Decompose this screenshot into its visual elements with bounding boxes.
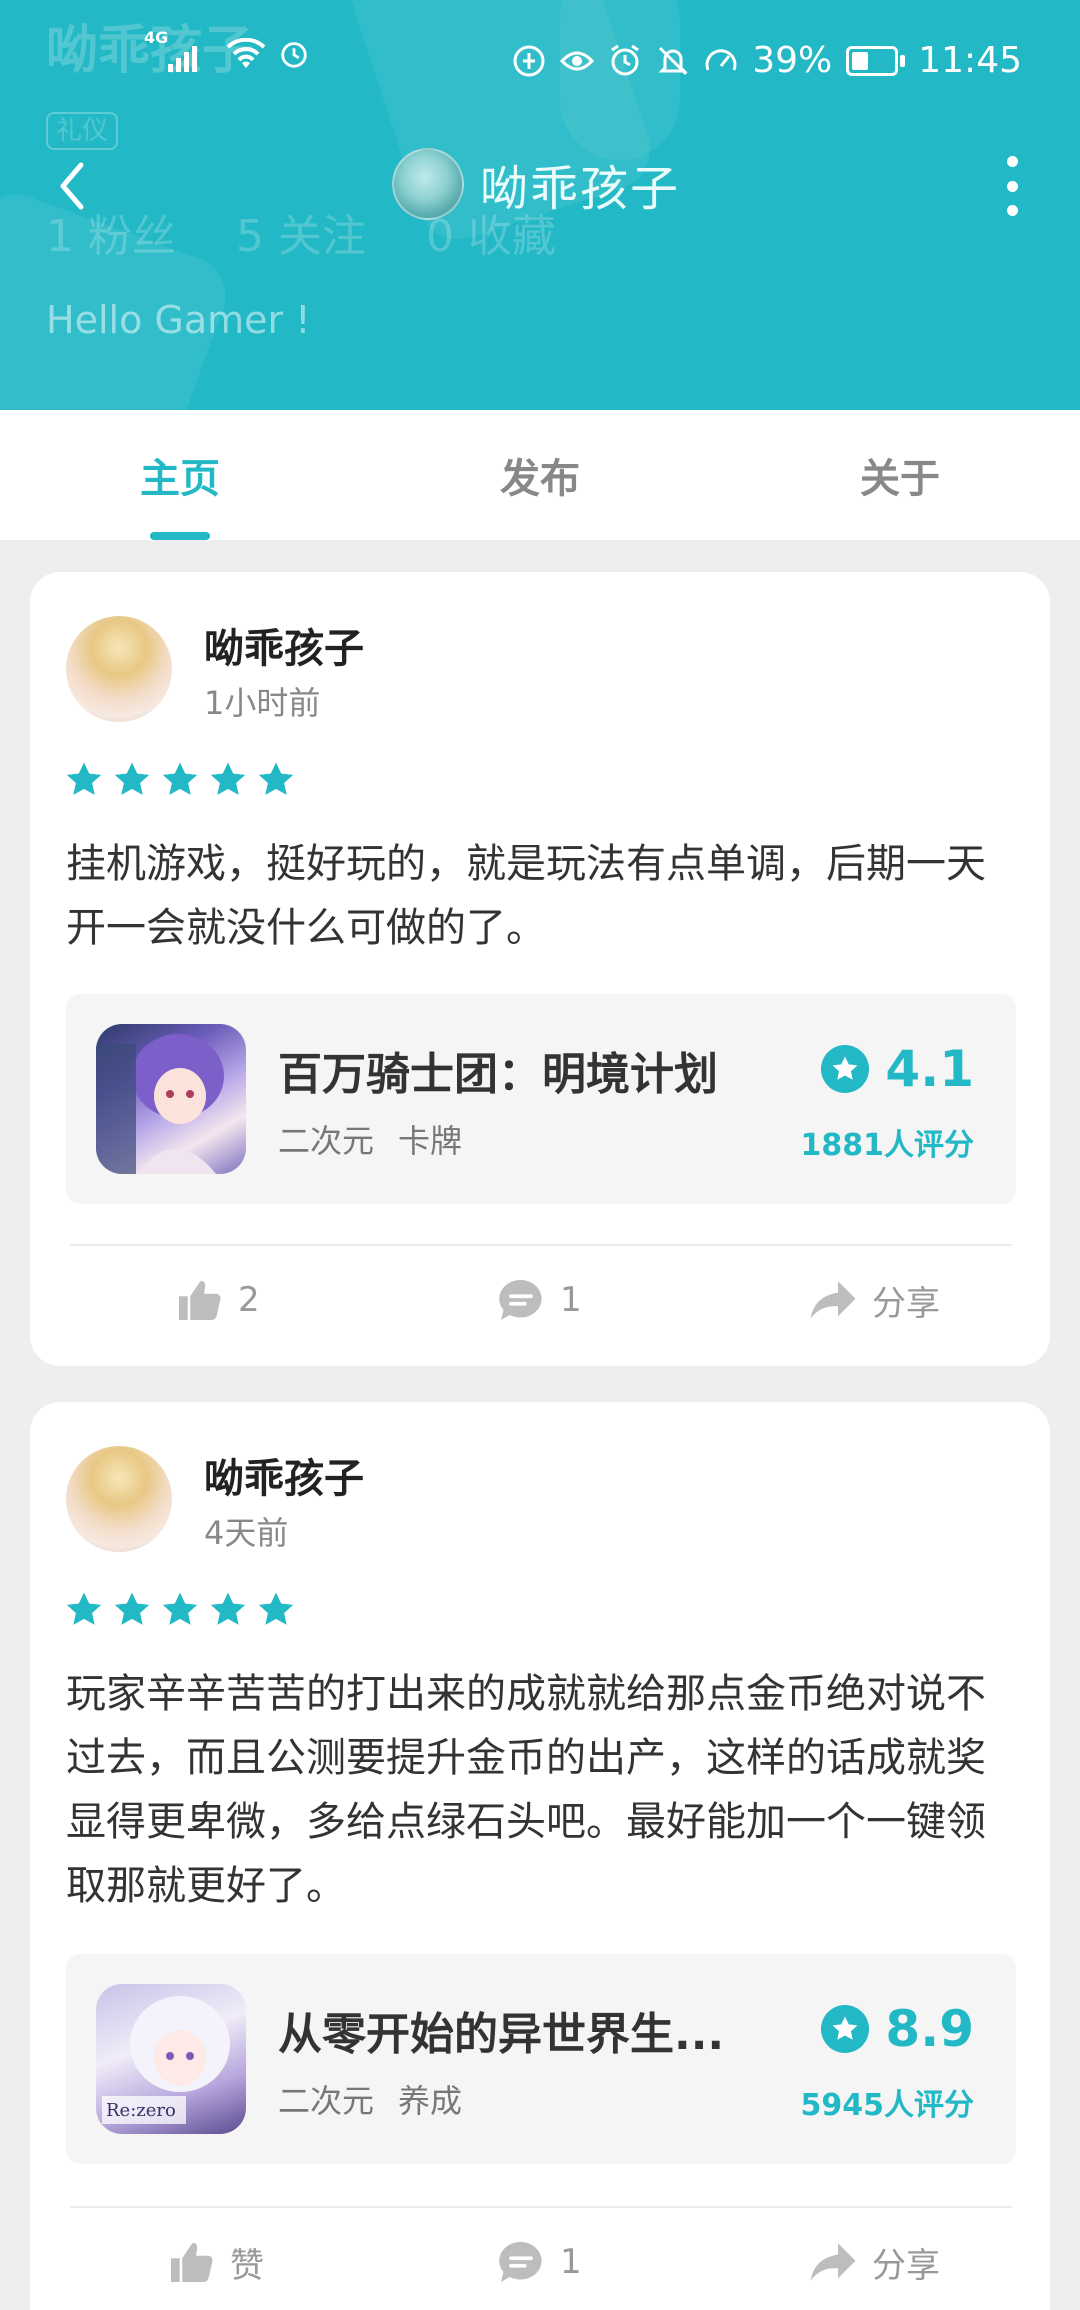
thumbs-up-icon <box>171 2243 213 2282</box>
star-icon <box>258 762 294 795</box>
star-icon <box>114 762 150 795</box>
game-rating: 4.1 <box>821 1040 974 1098</box>
tab-posts[interactable]: 发布 <box>360 410 720 540</box>
star-rating <box>64 760 296 800</box>
speed-icon <box>704 44 738 78</box>
active-tab-indicator <box>150 532 210 540</box>
mute-bell-icon <box>656 44 690 78</box>
header-title-group: 呦乖孩子 <box>392 148 680 220</box>
game-title[interactable]: 从零开始的异世界生... <box>278 1998 778 2062</box>
star-icon <box>258 1592 294 1625</box>
more-dot <box>1006 205 1018 216</box>
more-dot <box>1006 180 1018 192</box>
rating-star-icon <box>821 1045 870 1093</box>
game-art-icon: Re:zero <box>102 1996 230 2124</box>
share-button[interactable]: 分享 <box>808 1250 940 1350</box>
review-text: 挂机游戏，挺好玩的，就是玩法有点单调，后期一天开一会就没什么可做的了。 <box>66 841 986 951</box>
avatar[interactable] <box>66 616 172 722</box>
game-tag: 二次元 <box>278 1122 375 1160</box>
star-icon <box>66 1592 102 1625</box>
header-avatar <box>392 148 464 220</box>
like-button[interactable]: 赞 <box>166 2212 264 2310</box>
wifi-icon <box>226 37 266 72</box>
thumbs-up-icon <box>179 1281 221 1320</box>
game-art-icon <box>96 1034 224 1174</box>
game-tag: 养成 <box>398 2082 463 2120</box>
review-time: 4天前 <box>204 1514 289 1552</box>
tab-home[interactable]: 主页 <box>0 410 360 540</box>
game-tag: 卡牌 <box>398 1122 463 1160</box>
battery-percent: 39% <box>752 40 833 81</box>
back-button[interactable] <box>42 150 102 222</box>
share-label: 分享 <box>872 1283 940 1324</box>
following-count: 5 关注 <box>235 211 366 262</box>
star-icon <box>162 762 198 795</box>
like-label: 赞 <box>230 2245 264 2286</box>
game-icon[interactable]: Re:zero <box>96 1984 246 2134</box>
comment-button[interactable]: 1 <box>496 2212 582 2310</box>
eye-comfort-icon <box>560 44 595 78</box>
more-options-button[interactable] <box>1000 156 1024 216</box>
chevron-left-icon <box>60 162 84 210</box>
avatar[interactable] <box>66 1446 172 1552</box>
review-username[interactable]: 呦乖孩子 <box>204 616 364 674</box>
rating-count: 1881人评分 <box>800 1128 975 1163</box>
review-card[interactable]: 呦乖孩子 1小时前 挂机游戏，挺好玩的，就是玩法有点单调，后期一天开一会就没什么… <box>30 572 1050 1366</box>
game-title[interactable]: 百万骑士团：明境计划 <box>278 1038 778 1102</box>
battery-icon <box>846 45 906 76</box>
share-button[interactable]: 分享 <box>808 2212 940 2310</box>
comment-button[interactable]: 1 <box>496 1250 582 1350</box>
page-title: 呦乖孩子 <box>480 161 681 217</box>
rating-value: 8.9 <box>885 2000 974 2058</box>
rating-value: 4.1 <box>885 1040 974 1098</box>
profile-tabs: 主页 发布 关于 <box>0 410 1080 540</box>
like-count: 2 <box>238 1280 260 1320</box>
star-icon <box>210 1592 246 1625</box>
svg-text:Re:zero: Re:zero <box>106 2100 176 2121</box>
game-icon[interactable] <box>96 1024 246 1174</box>
star-icon <box>66 762 102 795</box>
comment-icon <box>499 2241 542 2282</box>
game-card[interactable]: Re:zero 从零开始的异世界生... 二次元 养成 8.9 5945人评分 <box>66 1954 1016 2164</box>
header-bg-greeting: Hello Gamer ! <box>46 298 311 342</box>
divider <box>70 2206 1012 2208</box>
game-tags: 二次元 养成 <box>278 2076 486 2122</box>
more-dots-icon <box>1006 156 1018 167</box>
like-button[interactable]: 2 <box>174 1250 260 1350</box>
divider <box>70 1244 1012 1246</box>
share-label: 分享 <box>872 2245 940 2286</box>
comment-count: 1 <box>560 1280 582 1320</box>
star-icon <box>114 1592 150 1625</box>
review-time: 1小时前 <box>204 684 321 722</box>
game-tags: 二次元 卡牌 <box>278 1116 486 1162</box>
review-username[interactable]: 呦乖孩子 <box>204 1446 364 1504</box>
alarm-clock-icon <box>608 44 642 78</box>
network-type: 4G <box>144 28 169 47</box>
rating-count: 5945人评分 <box>800 2088 975 2123</box>
star-icon <box>162 1592 198 1625</box>
game-card[interactable]: 百万骑士团：明境计划 二次元 卡牌 4.1 1881人评分 <box>66 994 1016 1204</box>
status-bar: 4G 39% 11:45 <box>0 0 1080 120</box>
game-rating: 8.9 <box>821 2000 974 2058</box>
post-actions: 赞 1 分享 <box>30 2212 1050 2310</box>
clock-time: 11:45 <box>918 40 1022 81</box>
profile-header: 呦乖孩子 礼仪 1 粉丝 5 关注 0 收藏 Hello Gamer ! 4G <box>0 0 1080 410</box>
alarm-icon <box>278 38 312 72</box>
tab-about[interactable]: 关于 <box>720 410 1080 540</box>
share-icon <box>810 2243 856 2281</box>
game-tag: 二次元 <box>278 2082 375 2120</box>
review-card[interactable]: 呦乖孩子 4天前 玩家辛辛苦苦的打出来的成就就给那点金币绝对说不过去，而且公测要… <box>30 1402 1050 2310</box>
post-actions: 2 1 分享 <box>30 1250 1050 1350</box>
review-text: 玩家辛辛苦苦的打出来的成就就给那点金币绝对说不过去，而且公测要提升金币的出产，这… <box>66 1671 986 1909</box>
comment-count: 1 <box>560 2242 582 2282</box>
signal-icon: 4G <box>144 28 208 72</box>
star-icon <box>210 762 246 795</box>
comment-icon <box>499 1279 542 1320</box>
data-saver-icon <box>512 44 546 78</box>
share-icon <box>810 1281 856 1319</box>
rating-star-icon <box>821 2005 870 2053</box>
star-rating <box>64 1590 296 1630</box>
